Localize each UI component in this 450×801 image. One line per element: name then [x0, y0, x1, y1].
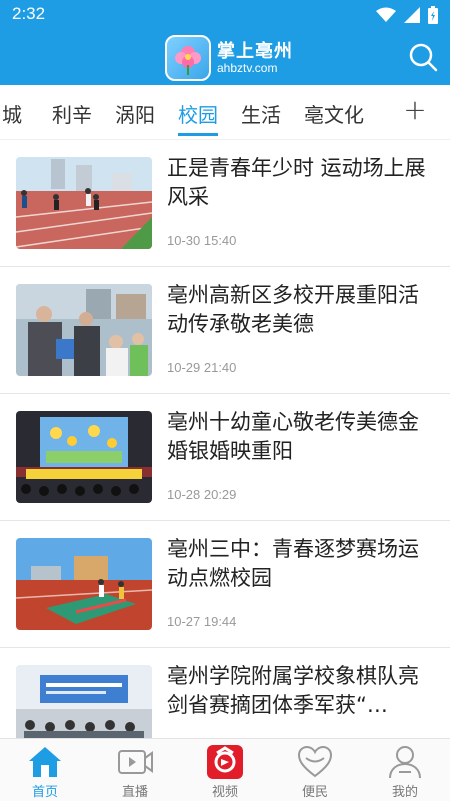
nav-live[interactable]: 直播 — [90, 739, 180, 801]
heart-icon — [297, 745, 333, 778]
category-tabs: 城 利辛 涡阳 校园 生活 亳文化 + — [0, 85, 450, 140]
status-bar: 2:32 — [0, 0, 450, 30]
news-item[interactable]: 正是青春年少时 运动场上展风采 10-30 15:40 — [0, 140, 450, 267]
news-thumbnail — [16, 538, 152, 630]
nav-video[interactable]: 视频 — [180, 739, 270, 801]
tab-city[interactable]: 城 — [2, 99, 22, 128]
news-title: 亳州高新区多校开展重阳活动传承敬老美德 — [167, 283, 419, 336]
news-timestamp: 10-28 20:29 — [167, 487, 237, 502]
news-item[interactable]: 亳州三中：青春逐梦赛场运动点燃校园 10-27 19:44 — [0, 521, 450, 648]
search-icon[interactable] — [408, 42, 438, 72]
app-header: 掌上亳州 ahbztv.com — [0, 30, 450, 85]
nav-label: 视频 — [211, 785, 238, 800]
cellular-icon — [404, 7, 420, 23]
tab-active-indicator — [178, 133, 218, 136]
app-logo[interactable]: 掌上亳州 ahbztv.com — [165, 35, 295, 81]
nav-label: 我的 — [391, 785, 418, 800]
news-feed: 正是青春年少时 运动场上展风采 10-30 15:40 亳州高新区多校开展重阳活… — [0, 140, 450, 738]
news-thumbnail — [16, 411, 152, 503]
tab-guoyang[interactable]: 涡阳 — [115, 99, 155, 128]
status-time: 2:32 — [12, 4, 46, 23]
wifi-icon — [376, 7, 396, 22]
nav-profile[interactable]: 我的 — [360, 739, 450, 801]
logo-title: 掌上亳州 — [217, 41, 293, 62]
bottom-nav: 首页 直播 视频 便民 我的 — [0, 738, 450, 801]
tab-lixin[interactable]: 利辛 — [52, 99, 92, 128]
video-logo-icon — [207, 745, 243, 779]
peony-logo-icon — [165, 35, 211, 81]
news-thumbnail — [16, 284, 152, 376]
video-icon — [118, 750, 153, 774]
news-thumbnail — [16, 157, 152, 249]
news-timestamp: 10-29 21:40 — [167, 360, 237, 375]
news-title: 亳州十幼童心敬老传美德金婚银婚映重阳 — [167, 410, 419, 463]
user-icon — [389, 746, 421, 779]
news-title: 亳州三中：青春逐梦赛场运动点燃校园 — [167, 537, 419, 590]
nav-services[interactable]: 便民 — [270, 739, 360, 801]
tab-life[interactable]: 生活 — [241, 99, 281, 128]
news-timestamp: 10-30 15:40 — [167, 233, 237, 248]
news-title: 正是青春年少时 运动场上展风采 — [167, 156, 426, 209]
news-timestamp: 10-27 19:44 — [167, 614, 237, 629]
logo-domain: ahbztv.com — [217, 61, 278, 75]
news-thumbnail — [16, 665, 152, 738]
nav-label: 便民 — [301, 785, 328, 800]
news-item[interactable]: 亳州高新区多校开展重阳活动传承敬老美德 10-29 21:40 — [0, 267, 450, 394]
tab-campus[interactable]: 校园 — [178, 99, 218, 128]
news-title: 亳州学院附属学校象棋队亮剑省赛摘团体季军获“… — [167, 664, 419, 717]
nav-label: 直播 — [121, 785, 148, 800]
tab-bo-culture[interactable]: 亳文化 — [304, 99, 364, 128]
status-icons — [376, 6, 438, 24]
news-item[interactable]: 亳州十幼童心敬老传美德金婚银婚映重阳 10-28 20:29 — [0, 394, 450, 521]
plus-icon[interactable]: + — [395, 93, 435, 126]
news-item[interactable]: 亳州学院附属学校象棋队亮剑省赛摘团体季军获“… — [0, 648, 450, 738]
home-icon — [29, 747, 61, 777]
nav-label: 首页 — [31, 785, 58, 800]
battery-icon — [428, 6, 438, 24]
nav-home[interactable]: 首页 — [0, 739, 90, 801]
